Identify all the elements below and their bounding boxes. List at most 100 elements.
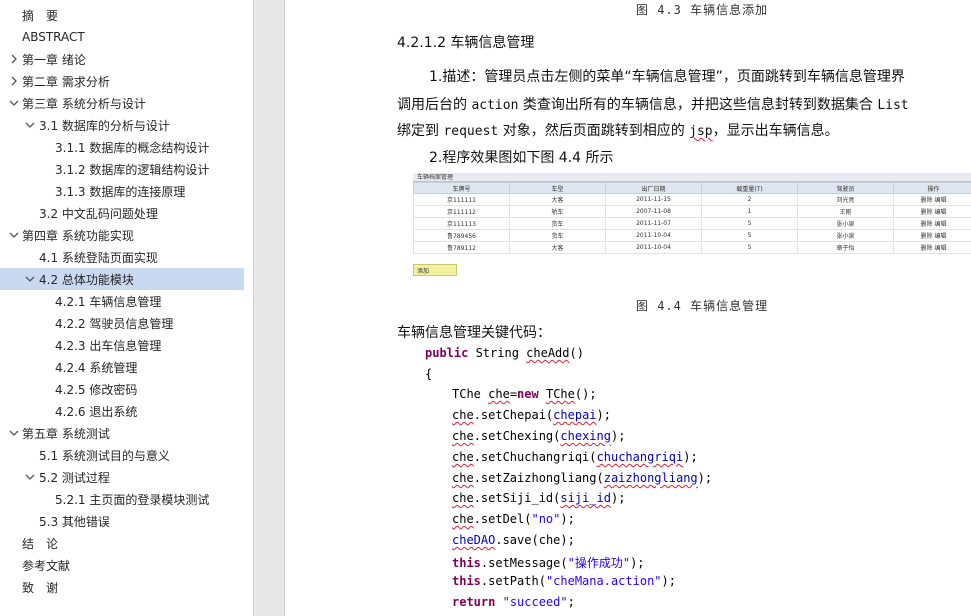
- nav-item[interactable]: 3.1 数据库的分析与设计: [0, 114, 244, 136]
- chevron-right-icon[interactable]: [8, 53, 20, 65]
- nav-item[interactable]: 3.2 中文乱码问题处理: [0, 202, 244, 224]
- table-row: 鲁789112 大客 2011-10-04 5 章子怡 删除 编辑: [413, 241, 971, 254]
- nav-item[interactable]: 3.1.2 数据库的逻辑结构设计: [0, 158, 244, 180]
- nav-item-label: 5.1 系统测试目的与意义: [39, 448, 170, 463]
- nav-item-label: 摘 要: [22, 8, 59, 23]
- pane-divider[interactable]: [253, 0, 284, 616]
- nav-item-label: 4.2.6 退出系统: [55, 404, 138, 419]
- nav-item-label: 第三章 系统分析与设计: [22, 96, 146, 111]
- table-cell: 大客: [509, 241, 606, 254]
- nav-item-label: 4.2.5 修改密码: [55, 382, 138, 397]
- nav-item[interactable]: 5.1 系统测试目的与意义: [0, 444, 244, 466]
- document-page: 图 4.3 车辆信息添加 4.2.1.2 车辆信息管理 1.描述：管理员点击左侧…: [284, 0, 971, 616]
- nav-item[interactable]: 4.2.2 驾驶员信息管理: [0, 312, 244, 334]
- table-cell: 5: [701, 241, 798, 254]
- figure-caption-4-4: 图 4.4 车辆信息管理: [636, 299, 769, 313]
- paragraph-line: 调用后台的 action 类查询出所有的车辆信息，并把这些信息封转到数据集合 L…: [397, 97, 909, 113]
- nav-item-label: 第五章 系统测试: [22, 426, 110, 441]
- paragraph-line: 2.程序效果图如下图 4.4 所示: [429, 150, 614, 166]
- code-line: public String cheAdd(): [425, 346, 584, 360]
- table-cell: 2011-10-04: [605, 241, 702, 254]
- document-navigation-pane: 摘 要 ABSTRACT 第一章 绪论第二章 需求分析第三章 系统分析与设计 3.1 …: [0, 0, 253, 616]
- chevron-down-icon[interactable]: [8, 229, 20, 241]
- table-cell: 张小泉: [797, 217, 894, 230]
- nav-item-label: 致 谢: [22, 580, 59, 595]
- nav-item[interactable]: 结 论: [0, 532, 244, 554]
- chevron-down-icon[interactable]: [8, 97, 20, 109]
- table-cell: 大客: [509, 193, 606, 206]
- nav-item-label: 第二章 需求分析: [22, 74, 110, 89]
- table-body: 京111111 大客 2011-11-15 2 刘光亮 删除 编辑 京111112 轿车 200…: [413, 193, 971, 254]
- table-cell: 京111113: [413, 217, 510, 230]
- table-row: 京111112 轿车 2007-11-08 1 王刚 删除 编辑: [413, 205, 971, 218]
- chevron-down-icon[interactable]: [24, 273, 36, 285]
- nav-item[interactable]: ABSTRACT: [0, 26, 244, 48]
- code-line: return "succeed";: [452, 595, 575, 609]
- chevron-down-icon[interactable]: [24, 471, 36, 483]
- nav-item-label: 3.1.3 数据库的连接原理: [55, 184, 186, 199]
- nav-item[interactable]: 致 谢: [0, 576, 244, 598]
- nav-item[interactable]: 第一章 绪论: [0, 48, 244, 70]
- table-cell: 删除 编辑: [893, 205, 971, 218]
- table-header-cell: 车型: [509, 182, 606, 194]
- nav-item[interactable]: 3.1.3 数据库的连接原理: [0, 180, 244, 202]
- table-cell: 货车: [509, 217, 606, 230]
- nav-item[interactable]: 第三章 系统分析与设计: [0, 92, 244, 114]
- nav-item-label: 结 论: [22, 536, 59, 551]
- table-cell: 删除 编辑: [893, 217, 971, 230]
- figure-add-button: 添加: [413, 264, 457, 276]
- table-cell: 鲁789456: [413, 229, 510, 242]
- code-line: this.setPath("cheMana.action");: [452, 574, 676, 588]
- table-cell: 鲁789112: [413, 241, 510, 254]
- nav-item-label: 3.2 中文乱码问题处理: [39, 206, 158, 221]
- nav-item[interactable]: 4.2.4 系统管理: [0, 356, 244, 378]
- code-line: che.setDel("no");: [452, 512, 575, 526]
- nav-item[interactable]: 4.2.1 车辆信息管理: [0, 290, 244, 312]
- table-header-cell: 驾驶员: [797, 182, 894, 194]
- nav-item[interactable]: 摘 要: [0, 4, 244, 26]
- vehicle-table: 车牌号 车型 出厂日期 载重量(T) 驾驶员 操作 京111111 大客 2011-11-15…: [413, 182, 971, 254]
- figure-vehicle-table: 车辆档案管理 车牌号 车型 出厂日期 载重量(T) 驾驶员 操作 京111111 大客 201…: [413, 173, 971, 254]
- table-cell: 章子怡: [797, 241, 894, 254]
- nav-item[interactable]: 5.2.1 主页面的登录模块测试: [0, 488, 244, 510]
- table-cell: 轿车: [509, 205, 606, 218]
- nav-item[interactable]: 4.2.3 出车信息管理: [0, 334, 244, 356]
- nav-item[interactable]: 4.2 总体功能模块: [0, 268, 244, 290]
- section-heading: 4.2.1.2 车辆信息管理: [397, 35, 535, 51]
- table-header-cell: 载重量(T): [701, 182, 798, 194]
- nav-item[interactable]: 4.1 系统登陆页面实现: [0, 246, 244, 268]
- nav-item-label: 4.2.3 出车信息管理: [55, 338, 162, 353]
- table-row: 京111111 大客 2011-11-15 2 刘光亮 删除 编辑: [413, 193, 971, 206]
- code-line: che.setZaizhongliang(zaizhongliang);: [452, 471, 713, 485]
- table-header-cell: 操作: [893, 182, 971, 194]
- nav-item[interactable]: 3.1.1 数据库的概念结构设计: [0, 136, 244, 158]
- nav-item-label: 第一章 绪论: [22, 52, 86, 67]
- table-cell: 刘光亮: [797, 193, 894, 206]
- code-line: this.setMessage("操作成功");: [452, 556, 645, 570]
- nav-item-label: 5.2.1 主页面的登录模块测试: [55, 492, 210, 507]
- nav-item-label: 4.2.4 系统管理: [55, 360, 138, 375]
- nav-item-label: 4.2.1 车辆信息管理: [55, 294, 162, 309]
- table-cell: 2007-11-08: [605, 205, 702, 218]
- nav-item-label: ABSTRACT: [22, 30, 85, 44]
- chevron-down-icon[interactable]: [8, 427, 20, 439]
- nav-item-label: 5.3 其他错误: [39, 514, 110, 529]
- nav-item[interactable]: 4.2.5 修改密码: [0, 378, 244, 400]
- nav-item[interactable]: 5.3 其他错误: [0, 510, 244, 532]
- chevron-down-icon[interactable]: [24, 119, 36, 131]
- nav-item-label: 3.1.2 数据库的逻辑结构设计: [55, 162, 210, 177]
- nav-item[interactable]: 5.2 测试过程: [0, 466, 244, 488]
- nav-item[interactable]: 第二章 需求分析: [0, 70, 244, 92]
- code-line: che.setChuchangriqi(chuchangriqi);: [452, 450, 698, 464]
- table-cell: 2011-11-15: [605, 193, 702, 206]
- code-line: TChe che=new TChe();: [452, 387, 597, 401]
- nav-item[interactable]: 4.2.6 退出系统: [0, 400, 244, 422]
- nav-item[interactable]: 第五章 系统测试: [0, 422, 244, 444]
- table-cell: 2011-10-04: [605, 229, 702, 242]
- nav-item[interactable]: 第四章 系统功能实现: [0, 224, 244, 246]
- nav-item[interactable]: 参考文献: [0, 554, 244, 576]
- table-row: 鲁789456 货车 2011-10-04 5 张小泉 删除 编辑: [413, 229, 971, 242]
- table-cell: 5: [701, 217, 798, 230]
- chevron-right-icon[interactable]: [8, 75, 20, 87]
- nav-item-label: 5.2 测试过程: [39, 470, 110, 485]
